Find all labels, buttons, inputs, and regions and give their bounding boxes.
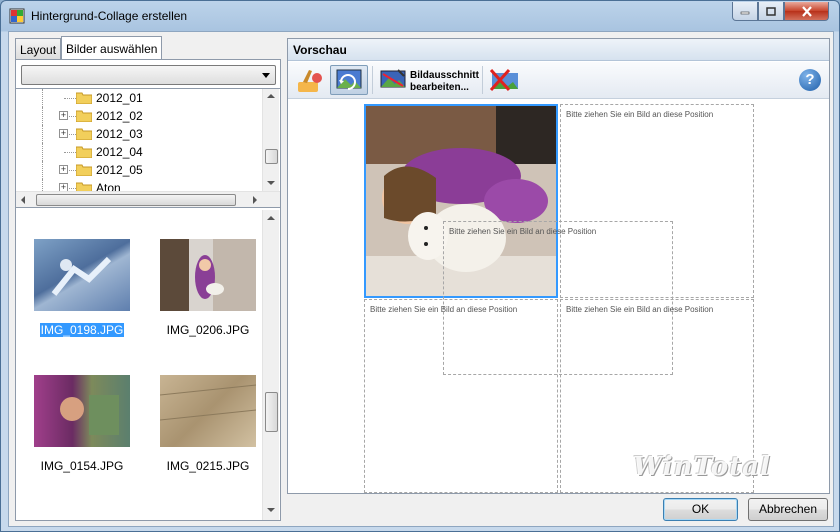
- tab-layout[interactable]: Layout: [15, 38, 62, 60]
- maximize-button[interactable]: [758, 2, 784, 21]
- scroll-down-icon[interactable]: [267, 508, 275, 512]
- scroll-thumb[interactable]: [265, 149, 278, 164]
- folder-icon: [76, 92, 92, 104]
- background-color-button[interactable]: [294, 65, 326, 95]
- slot-placeholder: Bitte ziehen Sie ein Bild an diese Posit…: [566, 110, 714, 119]
- help-button[interactable]: ?: [799, 69, 821, 91]
- scroll-up-icon[interactable]: [267, 216, 275, 220]
- tree-item[interactable]: 2012_04: [16, 143, 262, 161]
- photo-icon: [195, 255, 224, 299]
- thumbnail-image[interactable]: [34, 375, 130, 447]
- tree-item[interactable]: + 2012_05: [16, 161, 262, 179]
- maximize-icon: [766, 6, 776, 16]
- thumbnail-caption: IMG_0154.JPG: [40, 459, 124, 473]
- tab-select-images[interactable]: Bilder auswählen: [61, 36, 163, 60]
- help-icon: ?: [805, 71, 815, 88]
- thumbnail-caption: IMG_0198.JPG: [38, 322, 126, 338]
- tab-strip: Layout Bilder auswählen: [15, 36, 163, 60]
- edit-crop-label: Bildausschnitt bearbeiten...: [410, 70, 479, 93]
- window-title: Hintergrund-Collage erstellen: [31, 9, 188, 23]
- crop-image-icon: [380, 69, 406, 88]
- minimize-button[interactable]: [732, 2, 758, 21]
- collage-slot[interactable]: Bitte ziehen Sie ein Bild an diese Posit…: [364, 299, 558, 493]
- folder-tree[interactable]: 2012_01 + 2012_02 + 2012_03 2012_04 + 20…: [16, 88, 280, 208]
- remove-image-button[interactable]: [486, 65, 522, 95]
- thumbnail-image[interactable]: [160, 239, 256, 311]
- ok-button[interactable]: OK: [663, 498, 738, 521]
- preview-toolbar: Bildausschnitt bearbeiten... ?: [288, 62, 829, 99]
- tree-horizontal-scrollbar[interactable]: [16, 191, 280, 207]
- tree-item-label: 2012_05: [96, 163, 143, 177]
- slot-placeholder: Bitte ziehen Sie ein Bild an diese Posit…: [370, 305, 518, 314]
- app-icon: [9, 8, 25, 24]
- scroll-down-icon[interactable]: [267, 181, 275, 185]
- tree-item-label: 2012_01: [96, 91, 143, 105]
- folder-icon: [76, 146, 92, 158]
- minimize-icon: [740, 11, 750, 15]
- thumbnail-image[interactable]: [34, 239, 130, 311]
- folder-icon: [76, 128, 92, 140]
- slot-placeholder: Bitte ziehen Sie ein Bild an diese Posit…: [449, 227, 597, 236]
- image-selection-panel: 2012_01 + 2012_02 + 2012_03 2012_04 + 20…: [15, 59, 281, 521]
- dialog-client: Layout Bilder auswählen 2012_01 + 2012_0…: [8, 31, 834, 527]
- thumbnail-image[interactable]: [159, 375, 257, 447]
- rotate-image-button[interactable]: [330, 65, 368, 95]
- paint-brush-icon: [298, 70, 322, 92]
- remove-image-icon: [489, 68, 518, 92]
- tree-item-label: 2012_04: [96, 145, 143, 159]
- cancel-button[interactable]: Abbrechen: [748, 498, 828, 521]
- tree-vertical-scrollbar[interactable]: [262, 89, 279, 192]
- scroll-thumb[interactable]: [265, 392, 278, 432]
- scroll-left-icon[interactable]: [21, 196, 25, 204]
- expand-icon[interactable]: +: [59, 165, 68, 174]
- toolbar-separator: [372, 66, 373, 94]
- thumbnail-caption: IMG_0215.JPG: [166, 459, 250, 473]
- tree-item-label: 2012_02: [96, 109, 143, 123]
- thumbnail-item[interactable]: IMG_0154.JPG: [22, 375, 142, 473]
- preview-header: Vorschau: [288, 39, 829, 61]
- dialog-window: Hintergrund-Collage erstellen Layout Bil…: [0, 0, 840, 532]
- thumbnail-grid: IMG_0198.JPG IMG_0206.JPG IMG_0154.JPG I…: [16, 210, 280, 520]
- folder-dropdown[interactable]: [21, 65, 276, 85]
- scroll-right-icon[interactable]: [253, 196, 257, 204]
- thumbnail-item[interactable]: IMG_0198.JPG: [22, 239, 142, 338]
- rotate-image-icon: [336, 69, 362, 90]
- thumbnail-caption: IMG_0206.JPG: [166, 323, 250, 337]
- thumbnail-item[interactable]: IMG_0206.JPG: [148, 239, 268, 337]
- tree-item-label: 2012_03: [96, 127, 143, 141]
- close-button[interactable]: [784, 2, 829, 21]
- tree-item[interactable]: 2012_01: [16, 89, 262, 107]
- expand-icon[interactable]: +: [59, 129, 68, 138]
- close-icon: [801, 5, 812, 17]
- folder-icon: [76, 110, 92, 122]
- scroll-up-icon[interactable]: [267, 94, 275, 98]
- edit-crop-button[interactable]: Bildausschnitt bearbeiten...: [375, 65, 479, 95]
- tree-item[interactable]: + 2012_02: [16, 107, 262, 125]
- thumbnail-item[interactable]: IMG_0215.JPG: [148, 375, 268, 473]
- collage-canvas[interactable]: Bitte ziehen Sie ein Bild an diese Posit…: [288, 100, 829, 493]
- preview-panel: Vorschau Bildausschnitt bearbeiten... ? …: [287, 38, 830, 494]
- photo-icon: [159, 384, 257, 421]
- toolbar-separator: [482, 66, 483, 94]
- tree-item[interactable]: + 2012_03: [16, 125, 262, 143]
- scroll-thumb[interactable]: [36, 194, 236, 206]
- title-bar: Hintergrund-Collage erstellen: [1, 1, 839, 31]
- expand-icon[interactable]: +: [59, 111, 68, 120]
- watermark: WinTotal: [633, 452, 771, 482]
- photo-icon: [60, 395, 119, 435]
- slot-placeholder: Bitte ziehen Sie ein Bild an diese Posit…: [566, 305, 714, 314]
- thumbnail-scrollbar[interactable]: [262, 210, 279, 520]
- chevron-down-icon: [262, 73, 270, 78]
- photo-icon: [51, 256, 112, 296]
- folder-icon: [76, 164, 92, 176]
